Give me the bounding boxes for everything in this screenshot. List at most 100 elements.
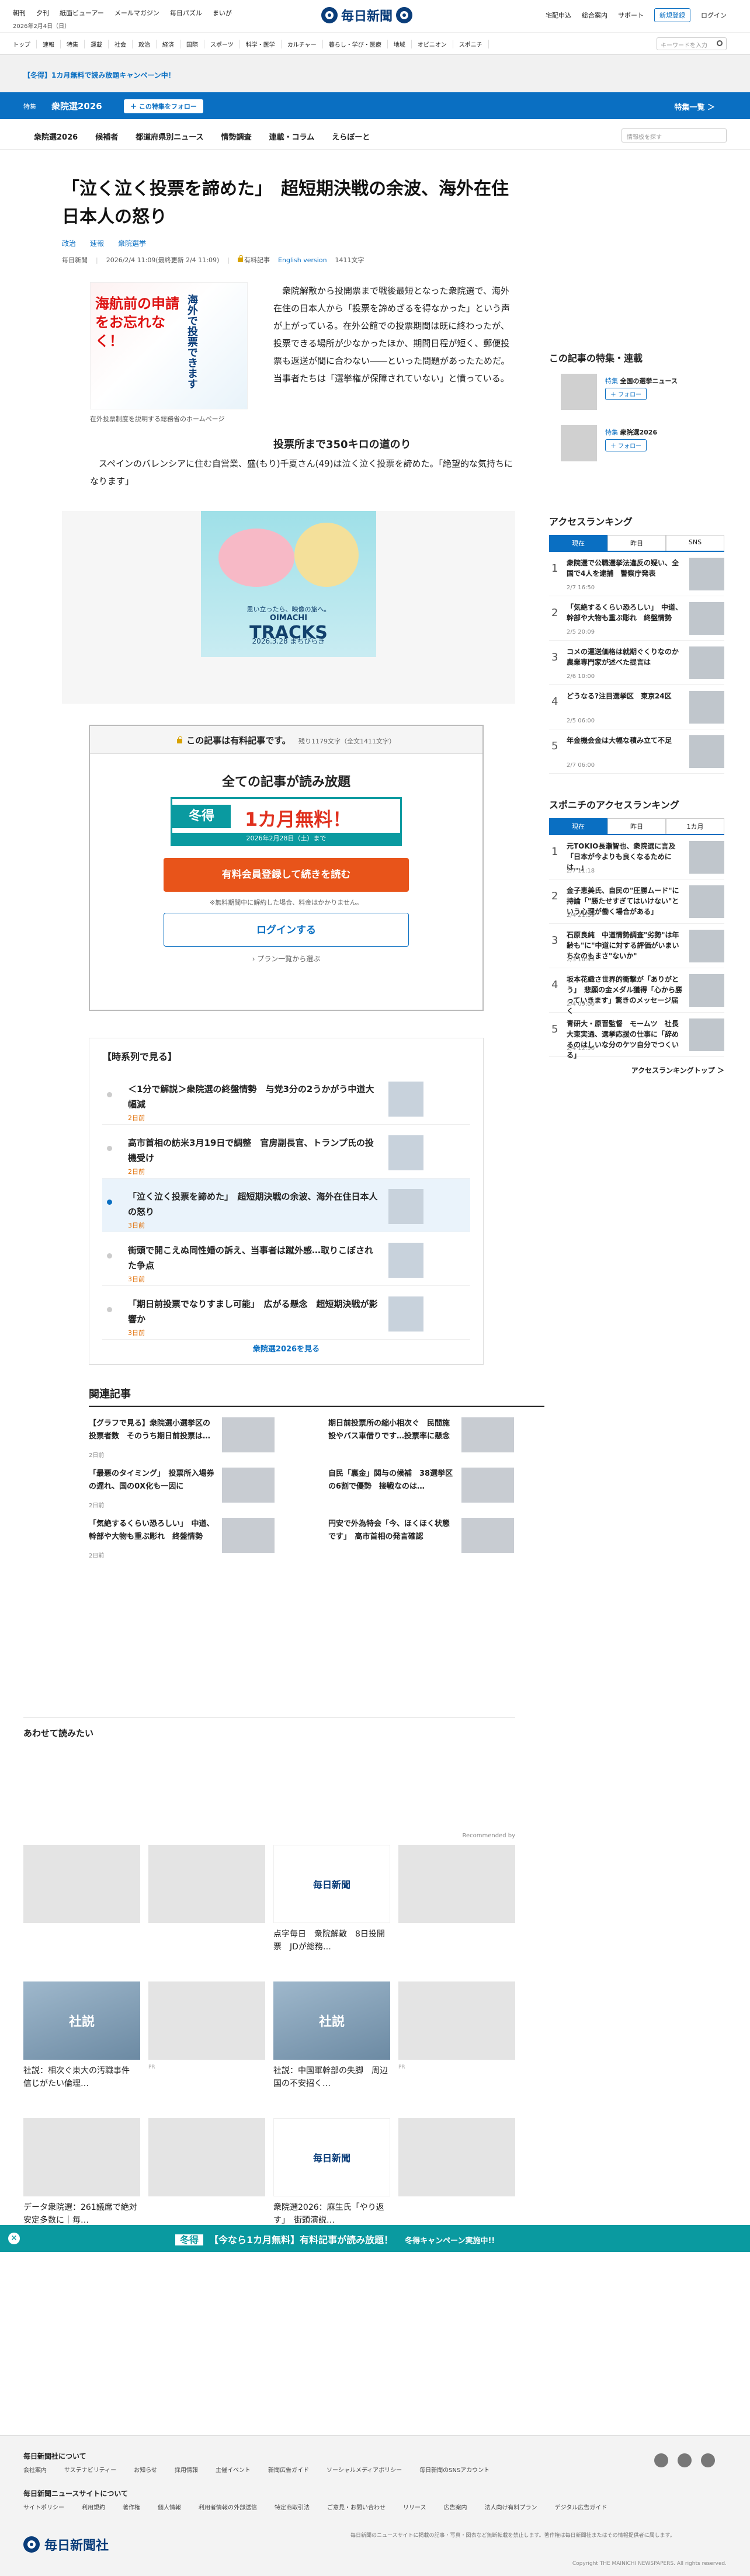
related-item[interactable]: 円安で外為特会「今、ほくほく状態です」 高市首相の発言確認 — [328, 1518, 544, 1555]
register-button[interactable]: 新規登録 — [654, 8, 690, 22]
ranking-item[interactable]: 4 坂本花織さ世界的衝撃が「ありがとう」 悲願の金メダル獲得「心から勝っていきます… — [549, 968, 724, 1015]
youtube-icon[interactable] — [701, 2453, 715, 2467]
recommend-card[interactable]: 社説 社説：相次ぐ東大の汚職事件 信じがたい倫理… — [23, 1981, 140, 2106]
election-tab[interactable]: 都道府県別ニュース — [136, 131, 203, 142]
close-icon[interactable]: × — [8, 2233, 20, 2244]
top-nav-link[interactable]: サポート — [618, 11, 644, 20]
ranking-tab[interactable]: SNS — [666, 535, 724, 551]
recommend-card[interactable] — [398, 2118, 515, 2243]
election-tab[interactable]: 情勢調査 — [221, 131, 252, 142]
footer-link[interactable]: ソーシャルメディアポリシー — [327, 2465, 402, 2474]
category-tab[interactable]: 国際 — [180, 40, 204, 48]
ranking-item[interactable]: 4 どうなる?注目選挙区 東京24区 2/5 06:00 — [549, 685, 724, 729]
footer-link[interactable]: 法人向け有料プラン — [485, 2502, 537, 2511]
follow-feature-button[interactable]: ＋ フォロー — [605, 388, 647, 400]
footer-link[interactable]: デジタル広告ガイド — [555, 2502, 607, 2511]
ranking-item[interactable]: 5 青研大・原晋監督 モームツ 社長大東実通、選挙応援の仕事に「辞めるのはしいな分… — [549, 1013, 724, 1059]
election-tab[interactable]: 衆院選2026 — [34, 131, 78, 142]
top-nav-link[interactable]: 総合案内 — [582, 11, 607, 20]
ranking-item[interactable]: 1 元TOKIO長瀬智也、衆院選に言及「日本が今よりも良くなるためには…」 2/7 … — [549, 835, 724, 879]
recommend-card[interactable]: PR — [398, 1981, 515, 2106]
timeline-item[interactable]: 街頭で開こえぬ同性婚の訴え、当事者は蹴外感…取りこぼされた争点 3日前 — [102, 1232, 470, 1286]
category-tab[interactable]: カルチャー — [282, 40, 323, 48]
feature-item[interactable]: 特集 衆院選2026 ＋ フォロー — [549, 425, 724, 467]
article-tag[interactable]: 速報 — [90, 238, 104, 248]
recommend-card[interactable]: 社説 社説：中国軍幹部の失脚 周辺国の不安招く… — [273, 1981, 390, 2106]
category-tab[interactable]: スポニチ — [453, 40, 489, 48]
ranking-item[interactable]: 5 年金機会金は大幅な積み立て不足 2/7 06:00 — [549, 729, 724, 774]
paywall-login-button[interactable]: ログインする — [164, 913, 409, 947]
category-tab[interactable]: 経済 — [157, 40, 180, 48]
category-tab[interactable]: 運載 — [85, 40, 109, 48]
related-item[interactable]: 「最悪のタイミング」 投票所入場券の遅れ、国の0X化も一因に 2日前 — [89, 1468, 305, 1509]
footer-logo[interactable]: 毎日新聞社 — [23, 2535, 109, 2554]
footer-link[interactable]: お知らせ — [134, 2465, 157, 2474]
ranking-item[interactable]: 3 コメの運送価格は就期ぐくりなのか 農業専門家が述べた提言は 2/6 10:00 — [549, 641, 724, 685]
ranking-item[interactable]: 2 「気絶するくらい恐ろしい」 中道、幹部や大物も重ぶ彫れ 終盤情勢 2/5 20:… — [549, 596, 724, 641]
top-nav-link[interactable]: 紙面ビューアー — [60, 8, 104, 18]
ranking-item[interactable]: 2 金子恵美氏、自民の"圧勝ムード"に持論「"勝たせすぎてはいけない"という心理が… — [549, 879, 724, 924]
footer-link[interactable]: サイトポリシー — [23, 2502, 64, 2511]
category-tab[interactable]: トップ — [13, 40, 37, 48]
plan-list-link[interactable]: › プラン一覧から選ぶ — [90, 954, 482, 964]
category-tab[interactable]: オピニオン — [412, 40, 453, 48]
top-nav-link[interactable]: メールマガジン — [114, 8, 159, 18]
footer-link[interactable]: サステナビリティー — [64, 2465, 116, 2474]
footer-link[interactable]: リリース — [403, 2502, 426, 2511]
special-title[interactable]: 衆院選2026 — [51, 100, 102, 112]
category-tab[interactable]: 社会 — [109, 40, 133, 48]
footer-link[interactable]: 新聞広告ガイド — [268, 2465, 309, 2474]
timeline-item[interactable]: 高市首相の訪米3月19日で調整 官房副長官、トランプ氏の投機受け 2日前 — [102, 1125, 470, 1179]
recommend-card[interactable] — [23, 1845, 140, 1970]
footer-link[interactable]: 利用規約 — [82, 2502, 105, 2511]
feature-item[interactable]: 特集 全国の選挙ニュース ＋ フォロー — [549, 374, 724, 416]
footer-link[interactable]: 広告案内 — [444, 2502, 467, 2511]
category-tab[interactable]: 科学・医学 — [240, 40, 282, 48]
related-item[interactable]: 自民「裏金」関与の候補 38選挙区の6割で優勢 接戦なのは… — [328, 1468, 544, 1505]
recommend-card[interactable]: 毎日新聞 衆院選2026：麻生氏「やり返す」 街頭演説… — [273, 2118, 390, 2243]
footer-link[interactable]: 個人情報 — [158, 2502, 181, 2511]
display-ad[interactable]: 思い立ったら、映像の旅へ。 OIMACHI TRACKS 2026.3.28 ま… — [201, 511, 376, 657]
footer-link[interactable]: 利用者情報の外部送信 — [199, 2502, 257, 2511]
timeline-more-link[interactable]: 衆院選2026を見る — [89, 1343, 483, 1354]
ranking-tab[interactable]: 現在 — [549, 535, 607, 551]
footer-link[interactable]: 採用情報 — [175, 2465, 198, 2474]
x-icon[interactable] — [654, 2453, 668, 2467]
subscribe-button[interactable]: 有料会員登録して続きを読む — [164, 858, 409, 892]
top-nav-link[interactable]: 毎日パズル — [170, 8, 202, 18]
top-nav-link[interactable]: 夕刊 — [36, 8, 49, 18]
recommend-card[interactable]: データ衆院選：261議席で絶対安定多数に｜毎… — [23, 2118, 140, 2243]
special-list-link[interactable]: 特集一覧 ＞ — [674, 101, 715, 112]
follow-special-button[interactable]: ＋ この特集をフォロー — [124, 99, 203, 113]
election-search-input[interactable]: 情報板を探す — [621, 128, 727, 142]
recommend-card[interactable] — [148, 2118, 265, 2243]
footer-link[interactable]: 著作権 — [123, 2502, 140, 2511]
facebook-icon[interactable] — [678, 2453, 692, 2467]
ranking-item[interactable]: 1 衆院選で公職選挙法違反の疑い、全国で4人を逮捕 警察庁発表 2/7 16:50 — [549, 552, 724, 596]
footer-link[interactable]: 会社案内 — [23, 2465, 47, 2474]
footer-link[interactable]: 特定商取引法 — [275, 2502, 310, 2511]
recommend-card[interactable] — [398, 1845, 515, 1970]
top-nav-link[interactable]: まいが — [213, 8, 232, 18]
english-version-link[interactable]: English version — [278, 256, 327, 264]
timeline-item[interactable]: 「泣く泣く投票を諦めた」 超短期決戦の余波、海外在住日本人の怒り 3日前 — [102, 1179, 470, 1232]
campaign-link[interactable]: 【冬得】1カ月無料で読み放題キャンペーン中！ — [23, 70, 175, 80]
recommend-card[interactable] — [148, 1845, 265, 1970]
ranking-tab[interactable]: 昨日 — [607, 818, 666, 834]
site-logo[interactable]: 毎日新聞 — [321, 6, 413, 25]
category-tab[interactable]: スポーツ — [204, 40, 240, 48]
recommend-card[interactable]: 毎日新聞 点字毎日 衆院解散 8日投開票 JDが総務… — [273, 1845, 390, 1970]
election-tab[interactable]: 連載・コラム — [269, 131, 315, 142]
category-tab[interactable]: 特集 — [61, 40, 85, 48]
footer-link[interactable]: 主催イベント — [216, 2465, 251, 2474]
ranking-tab[interactable]: 現在 — [549, 818, 607, 834]
campaign-banner[interactable]: 冬得 1カ月無料！ 2026年2月28日（土）まで — [171, 797, 402, 846]
site-search-input[interactable]: キーワードを入力 — [657, 37, 727, 50]
ranking-tab[interactable]: 昨日 — [607, 535, 666, 551]
related-item[interactable]: 期日前投票所の縮小相次ぐ 民間施設やバス車借りです…投票率に懸念 — [328, 1417, 544, 1455]
search-icon[interactable] — [717, 40, 723, 46]
election-tab[interactable]: 候補者 — [95, 131, 118, 142]
article-image[interactable]: 海航前の申請をお忘れなく！ 海外で投票できます — [90, 282, 248, 409]
timeline-item[interactable]: 「期日前投票でなりすまし可能」 広がる懸念 超短期決戦が影響か 3日前 — [102, 1286, 470, 1340]
election-tab[interactable]: えらぼーと — [332, 131, 370, 142]
